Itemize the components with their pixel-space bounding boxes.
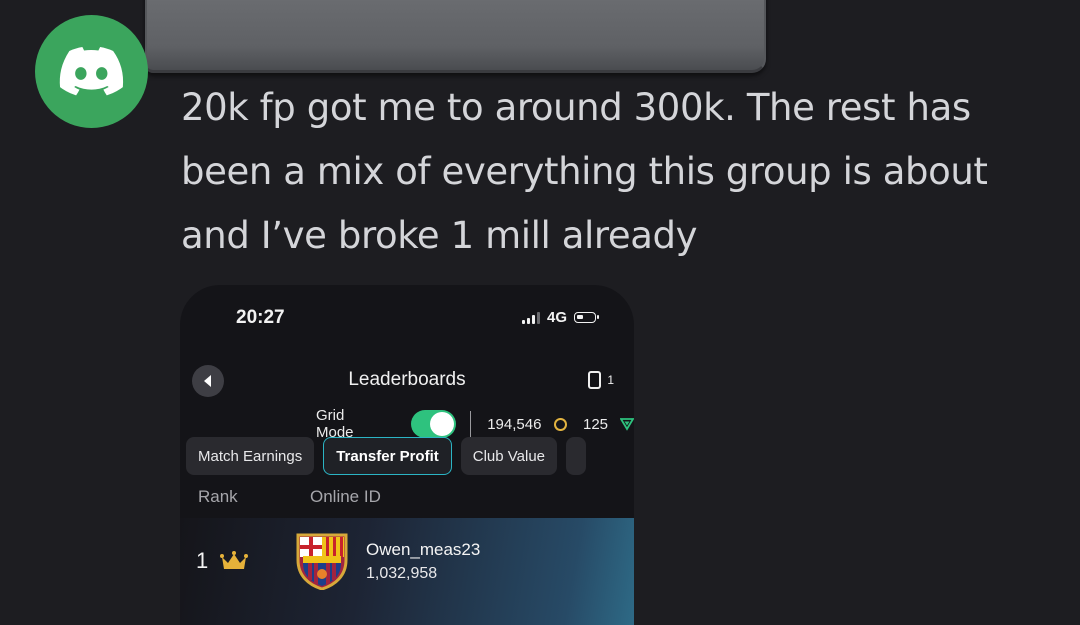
points-value: 125	[582, 415, 609, 433]
network-label: 4G	[546, 309, 567, 326]
signal-icon	[521, 311, 540, 324]
column-rank: Rank	[198, 487, 238, 506]
tab-club-value[interactable]: Club Value	[460, 437, 558, 475]
crown-icon	[220, 551, 248, 569]
player-name: Owen_meas23	[366, 540, 481, 559]
tab-match-earnings[interactable]: Match Earnings	[186, 437, 315, 475]
attached-image-top[interactable]	[145, 0, 766, 73]
page-title: Leaderboards	[348, 369, 466, 390]
column-online-id: Online ID	[310, 487, 381, 506]
status-indicators: 4G	[521, 309, 599, 326]
leaderboard-tabs: Match Earnings Transfer Profit Club Valu…	[186, 437, 587, 475]
battery-icon	[574, 312, 599, 323]
tab-transfer-profit[interactable]: Transfer Profit	[323, 437, 452, 475]
leaderboard-row[interactable]: 1 Owen_meas23 1,032,958	[180, 518, 634, 625]
column-headers: Rank Online ID	[198, 487, 381, 507]
discord-logo-icon	[59, 46, 123, 95]
points-icon	[620, 417, 634, 431]
grid-mode-row: Grid Mode 194,546 125	[316, 407, 634, 441]
device-count-value: 1	[607, 373, 614, 387]
device-icon	[588, 371, 602, 389]
coin-icon	[554, 417, 567, 431]
row-rank: 1	[196, 548, 209, 573]
divider	[470, 411, 472, 437]
coins-value: 194,546	[487, 415, 542, 433]
user-avatar[interactable]	[35, 15, 148, 128]
player-value: 1,032,958	[366, 565, 438, 582]
attached-screenshot[interactable]: 20:27 4G Leaderboards 1 Grid Mode 194,54…	[180, 285, 634, 625]
tab-more[interactable]	[566, 437, 587, 475]
status-time: 20:27	[236, 307, 285, 328]
club-badge-icon	[296, 533, 348, 590]
device-count[interactable]: 1	[588, 371, 614, 389]
grid-mode-label: Grid Mode	[316, 407, 354, 441]
grid-mode-toggle[interactable]	[410, 410, 457, 438]
message-text: 20k fp got me to around 300k. The rest h…	[181, 86, 999, 257]
